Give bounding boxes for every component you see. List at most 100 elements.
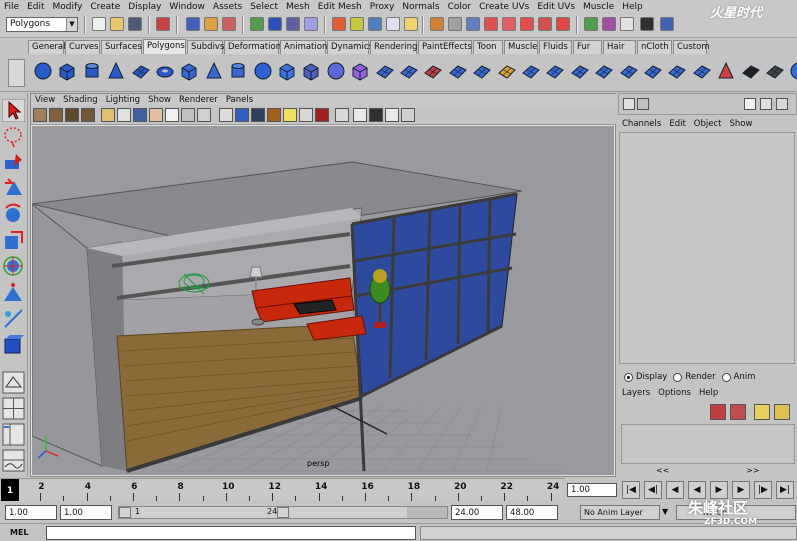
tab-custom[interactable]: Custom	[673, 40, 710, 54]
poly-cube-icon[interactable]	[57, 61, 77, 81]
tab-animation[interactable]: Animation	[280, 40, 327, 54]
menu-display[interactable]: Display	[124, 2, 165, 12]
tab-hair[interactable]: Hair	[603, 40, 636, 54]
snap-plane-icon[interactable]	[304, 17, 318, 31]
go-to-end-icon[interactable]: ▶|	[776, 481, 794, 499]
menu-select[interactable]: Select	[246, 2, 282, 12]
bookmark-icon[interactable]	[65, 108, 79, 122]
split-icon[interactable]	[448, 61, 468, 81]
time-slider-track[interactable]: 2 4 6 8 10 12 14 16 18 20 22 24	[10, 481, 562, 501]
save-scene-icon[interactable]	[128, 17, 142, 31]
radio-icon[interactable]	[673, 372, 683, 382]
menu-muscle[interactable]: Muscle	[579, 2, 618, 12]
poly-pipe-icon[interactable]	[228, 61, 248, 81]
separate-icon[interactable]	[277, 61, 297, 81]
go-to-start-icon[interactable]: |◀	[622, 481, 640, 499]
field-chart-icon[interactable]	[165, 108, 179, 122]
channel-box-icon[interactable]	[776, 98, 788, 110]
menu-help[interactable]: Help	[618, 2, 647, 12]
grid-toggle-icon[interactable]	[101, 108, 115, 122]
tab-fur[interactable]: Fur	[573, 40, 602, 54]
step-back-icon[interactable]: ◀|	[644, 481, 662, 499]
viewport-menu-renderer[interactable]: Renderer	[175, 95, 222, 105]
current-frame-marker[interactable]: 1	[1, 479, 19, 501]
render-settings-icon[interactable]	[386, 17, 400, 31]
tab-curves[interactable]: Curves	[65, 40, 100, 54]
magnet-icon[interactable]	[556, 17, 570, 31]
radio-icon[interactable]	[721, 372, 731, 382]
script-icon[interactable]	[620, 17, 634, 31]
tab-fluids[interactable]: Fluids	[539, 40, 572, 54]
snap-point-icon[interactable]	[286, 17, 300, 31]
viewport-menu-show[interactable]: Show	[144, 95, 175, 105]
menu-edit-uvs[interactable]: Edit UVs	[533, 2, 579, 12]
safe-title-icon[interactable]	[197, 108, 211, 122]
mirror-icon[interactable]	[570, 61, 590, 81]
universal-manipulator-icon[interactable]	[2, 255, 25, 278]
wireframe-on-shaded-icon[interactable]	[251, 108, 265, 122]
playback-end-field[interactable]: 24.00	[451, 505, 503, 520]
reduce-icon[interactable]	[619, 61, 639, 81]
menu-normals[interactable]: Normals	[398, 2, 443, 12]
backface-icon[interactable]	[385, 108, 399, 122]
layer-mode-render[interactable]: Render	[673, 372, 716, 382]
viewport-menu-shading[interactable]: Shading	[59, 95, 102, 105]
viewport-menu-view[interactable]: View	[31, 95, 59, 105]
cleanup-icon[interactable]	[643, 61, 663, 81]
attribute-editor-icon[interactable]	[660, 17, 674, 31]
poly-cylinder-icon[interactable]	[82, 61, 102, 81]
four-pane-layout-icon[interactable]	[2, 397, 25, 420]
persp-outliner-layout-icon[interactable]	[2, 423, 25, 446]
wireframe-icon[interactable]	[219, 108, 233, 122]
tab-ncloth[interactable]: nCloth	[637, 40, 672, 54]
menu-mesh[interactable]: Mesh	[282, 2, 314, 12]
isolate-select-icon[interactable]	[335, 108, 349, 122]
snap-curve-icon[interactable]	[268, 17, 282, 31]
tab-dynamics[interactable]: Dynamics	[327, 40, 373, 54]
chevron-down-icon[interactable]: ▼	[662, 507, 674, 519]
uv-cylindrical-icon[interactable]	[741, 61, 761, 81]
current-frame-field[interactable]: 1.00	[567, 483, 617, 497]
render-icon[interactable]	[350, 17, 364, 31]
menu-create-uvs[interactable]: Create UVs	[475, 2, 533, 12]
smooth-shade-icon[interactable]	[235, 108, 249, 122]
perspective-viewport[interactable]: persp	[31, 125, 615, 476]
persp-graph-layout-icon[interactable]	[2, 449, 25, 472]
uv-editor-icon[interactable]	[466, 17, 480, 31]
viewport-menu-panels[interactable]: Panels	[222, 95, 257, 105]
anim-layer-selector[interactable]: No Anim Layer	[580, 505, 660, 520]
quadrangulate-icon[interactable]	[545, 61, 565, 81]
insert-edge-loop-icon[interactable]	[472, 61, 492, 81]
range-start-handle[interactable]	[119, 507, 131, 518]
xray-icon[interactable]	[353, 108, 367, 122]
channel-box-toggle-icon[interactable]	[640, 17, 654, 31]
uv-planar-icon[interactable]	[716, 61, 736, 81]
open-scene-icon[interactable]	[110, 17, 124, 31]
step-back-key-icon[interactable]: ◀	[666, 481, 684, 499]
lock-icon[interactable]	[430, 17, 444, 31]
attribute-editor-icon[interactable]	[744, 98, 756, 110]
scroll-right-button[interactable]: >>	[746, 466, 759, 475]
select-camera-icon[interactable]	[33, 108, 47, 122]
channel-box-toggle-icon[interactable]	[623, 98, 635, 110]
tool-settings-icon[interactable]	[760, 98, 772, 110]
mask-icon[interactable]	[222, 17, 236, 31]
tab-deformation[interactable]: Deformation	[224, 40, 281, 54]
create-layer-icon[interactable]	[754, 404, 770, 420]
channel-menu-object[interactable]: Object	[690, 119, 726, 129]
snap-together-icon[interactable]	[584, 17, 598, 31]
end-time-field[interactable]: 48.00	[506, 505, 558, 520]
input-line-icon[interactable]	[448, 17, 462, 31]
menu-file[interactable]: File	[0, 2, 23, 12]
tab-muscle[interactable]: Muscle	[504, 40, 538, 54]
show-manipulator-icon[interactable]	[2, 307, 25, 330]
last-tool-icon[interactable]	[2, 333, 25, 356]
smooth-icon[interactable]	[326, 61, 346, 81]
viewport-menu-lighting[interactable]: Lighting	[102, 95, 144, 105]
soft-modification-icon[interactable]	[2, 281, 25, 304]
select-hierarchy-icon[interactable]	[156, 17, 170, 31]
select-tool-icon[interactable]	[2, 99, 25, 122]
channel-menu-show[interactable]: Show	[725, 119, 756, 129]
paint-select-tool-icon[interactable]	[2, 151, 25, 174]
time-slider[interactable]: 2 4 6 8 10 12 14 16 18 20 22 24 1	[0, 478, 565, 502]
